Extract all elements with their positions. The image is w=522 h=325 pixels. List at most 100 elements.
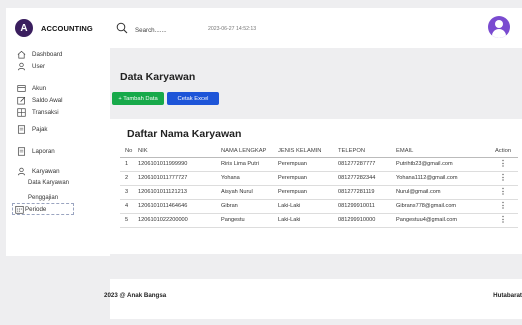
sidebar-item-label: Dashboard bbox=[32, 50, 63, 58]
cell-nama: Pangestu bbox=[221, 213, 278, 228]
grid-icon bbox=[17, 107, 26, 117]
cell-no: 5 bbox=[120, 213, 138, 228]
more-vertical-icon[interactable]: ⋮ bbox=[499, 201, 507, 209]
cell-no: 4 bbox=[120, 199, 138, 214]
cell-nik: 1206101011121213 bbox=[138, 185, 221, 200]
more-vertical-icon[interactable]: ⋮ bbox=[499, 187, 507, 195]
table-row[interactable]: 5 1206101022200000 Pangestu Laki-Laki 08… bbox=[120, 213, 518, 228]
home-icon bbox=[17, 50, 26, 59]
sidebar-item-transaksi[interactable]: Transaksi bbox=[6, 106, 110, 118]
brand-name: ACCOUNTING bbox=[41, 23, 93, 33]
sidebar-item-label: Saldo Awal bbox=[32, 96, 63, 104]
print-excel-button[interactable]: Cetak Excel bbox=[167, 92, 219, 105]
document-icon bbox=[17, 146, 26, 156]
more-vertical-icon[interactable]: ⋮ bbox=[499, 159, 507, 167]
footer-author: Hutabarat bbox=[493, 292, 522, 299]
cell-nama: Aisyah Nurul bbox=[221, 185, 278, 200]
cell-email: Putrihtb23@gmail.com bbox=[396, 157, 488, 172]
sidebar-item-saldo-awal[interactable]: Saldo Awal bbox=[6, 94, 110, 106]
column-header-email: EMAIL bbox=[396, 146, 488, 158]
cell-jenis-kelamin: Laki-Laki bbox=[278, 213, 338, 228]
column-header-nik: NIK bbox=[138, 146, 221, 158]
cell-telepon: 081277281119 bbox=[338, 185, 396, 200]
column-header-nama: NAMA LENGKAP bbox=[221, 146, 278, 158]
cell-telepon: 081277282344 bbox=[338, 171, 396, 186]
column-header-telepon: TELEPON bbox=[338, 146, 396, 158]
avatar-body bbox=[492, 29, 506, 38]
row-actions: ⋮ bbox=[488, 213, 518, 228]
brand[interactable]: A ACCOUNTING bbox=[6, 8, 110, 48]
cell-jenis-kelamin: Perempuan bbox=[278, 185, 338, 200]
row-actions: ⋮ bbox=[488, 185, 518, 200]
search-input[interactable]: Search....... bbox=[135, 27, 167, 34]
column-header-jenis-kelamin: JENIS KELAMIN bbox=[278, 146, 338, 158]
more-vertical-icon[interactable]: ⋮ bbox=[499, 215, 507, 223]
sidebar-item-akun[interactable]: Akun bbox=[6, 82, 110, 94]
cell-telepon: 081299910000 bbox=[338, 213, 396, 228]
sidebar-subitem-data-karyawan[interactable]: Data Karyawan bbox=[6, 177, 110, 188]
search-icon[interactable] bbox=[116, 21, 128, 39]
sidebar-item-label: Periode bbox=[25, 205, 47, 213]
employee-table: No NIK NAMA LENGKAP JENIS KELAMIN TELEPO… bbox=[120, 146, 518, 228]
cell-nik: 1206101011777727 bbox=[138, 171, 221, 186]
credit-card-icon bbox=[17, 84, 26, 93]
sidebar-subitem-penggajian[interactable]: Penggajian bbox=[6, 192, 110, 203]
cell-email: Nurul@gmail.com bbox=[396, 185, 488, 200]
cell-telepon: 081299910011 bbox=[338, 199, 396, 214]
topbar: Search....... 2023-06-27 14:52:13 bbox=[110, 8, 522, 48]
cell-nik: 1206101011464646 bbox=[138, 199, 221, 214]
cell-no: 3 bbox=[120, 185, 138, 200]
search-box[interactable]: Search....... bbox=[116, 21, 167, 39]
footer-copyright: 2023 @ Anak Bangsa bbox=[104, 292, 167, 299]
cell-email: Pangestuu4@gmail.com bbox=[396, 213, 488, 228]
table-row[interactable]: 1 1206101011999990 Riris Lima Putri Pere… bbox=[120, 157, 518, 172]
sidebar-item-karyawan[interactable]: Karyawan bbox=[6, 165, 110, 177]
table-row[interactable]: 3 1206101011121213 Aisyah Nurul Perempua… bbox=[120, 185, 518, 200]
cell-jenis-kelamin: Perempuan bbox=[278, 171, 338, 186]
sidebar-item-label: Akun bbox=[32, 84, 47, 92]
sidebar-item-label: Pajak bbox=[32, 125, 48, 133]
add-data-button[interactable]: + Tambah Data bbox=[112, 92, 164, 105]
cell-nik: 1206101022200000 bbox=[138, 213, 221, 228]
sidebar-item-label: Karyawan bbox=[32, 167, 60, 175]
cell-jenis-kelamin: Laki-Laki bbox=[278, 199, 338, 214]
sidebar-item-periode[interactable]: Periode bbox=[12, 203, 74, 215]
avatar-head bbox=[495, 20, 503, 28]
sidebar-item-label: Laporan bbox=[32, 147, 55, 155]
more-vertical-icon[interactable]: ⋮ bbox=[499, 173, 507, 181]
cell-nik: 1206101011999990 bbox=[138, 157, 221, 172]
sidebar-nav: Dashboard User Akun Saldo Awal Transaksi bbox=[6, 48, 110, 215]
footer: 2023 @ Anak Bangsa Hutabarat bbox=[104, 279, 522, 319]
cell-nama: Yohana bbox=[221, 171, 278, 186]
user-icon bbox=[17, 167, 26, 176]
column-header-action: Action bbox=[488, 146, 518, 158]
cell-email: Yohana1112@gmail.com bbox=[396, 171, 488, 186]
table-title: Daftar Nama Karyawan bbox=[127, 128, 242, 140]
sidebar: A ACCOUNTING Dashboard User Akun Saldo A… bbox=[6, 8, 110, 256]
cell-no: 2 bbox=[120, 171, 138, 186]
page-title: Data Karyawan bbox=[120, 71, 196, 83]
table-row[interactable]: 2 1206101011777727 Yohana Perempuan 0812… bbox=[120, 171, 518, 186]
sidebar-item-label: User bbox=[32, 62, 46, 70]
column-header-no: No bbox=[120, 146, 138, 158]
user-icon bbox=[17, 62, 26, 71]
sidebar-item-dashboard[interactable]: Dashboard bbox=[6, 48, 110, 60]
sidebar-item-user[interactable]: User bbox=[6, 60, 110, 72]
sidebar-item-pajak[interactable]: Pajak bbox=[6, 123, 110, 135]
calendar-icon bbox=[15, 205, 24, 214]
cell-email: Gibrans778@gmail.com bbox=[396, 199, 488, 214]
cell-telepon: 081277287777 bbox=[338, 157, 396, 172]
row-actions: ⋮ bbox=[488, 157, 518, 172]
cell-nama: Gibran bbox=[221, 199, 278, 214]
employee-table-card: Daftar Nama Karyawan No NIK NAMA LENGKAP… bbox=[110, 119, 522, 254]
edit-icon bbox=[17, 96, 26, 105]
table-header-row: No NIK NAMA LENGKAP JENIS KELAMIN TELEPO… bbox=[120, 146, 518, 158]
sidebar-item-laporan[interactable]: Laporan bbox=[6, 145, 110, 157]
row-actions: ⋮ bbox=[488, 171, 518, 186]
avatar[interactable] bbox=[488, 16, 510, 38]
cell-nama: Riris Lima Putri bbox=[221, 157, 278, 172]
table-row[interactable]: 4 1206101011464646 Gibran Laki-Laki 0812… bbox=[120, 199, 518, 214]
document-icon bbox=[17, 124, 26, 134]
brand-logo: A bbox=[15, 19, 33, 37]
cell-jenis-kelamin: Perempuan bbox=[278, 157, 338, 172]
